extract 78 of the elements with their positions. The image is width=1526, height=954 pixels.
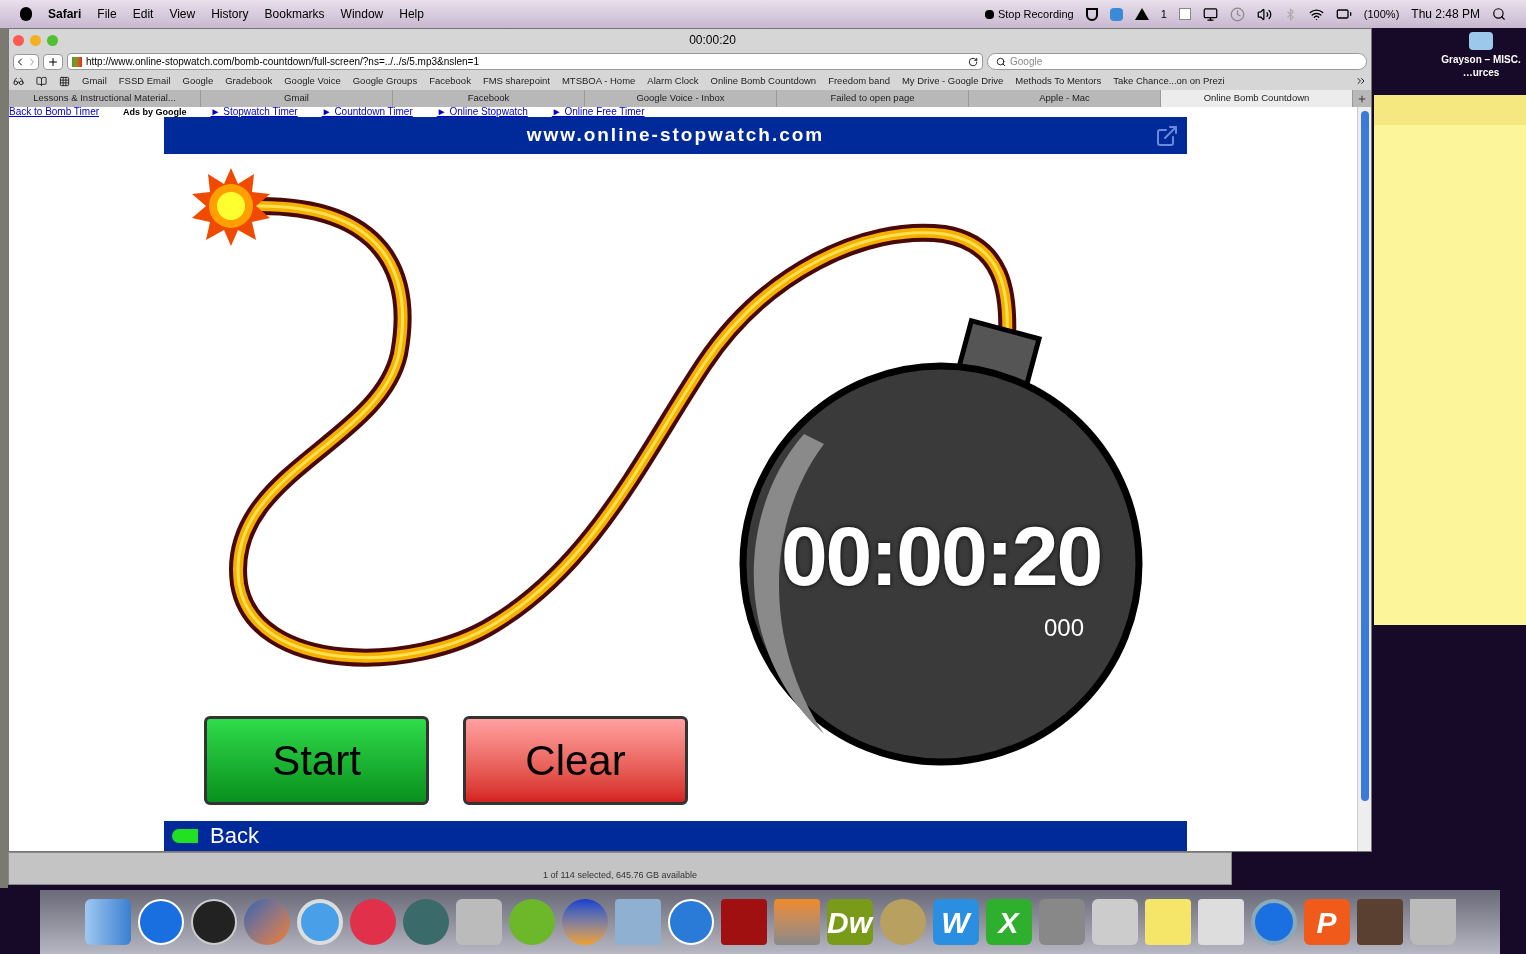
countdown-display: 00:00:20 xyxy=(779,514,1103,598)
url-text: http://www.online-stopwatch.com/bomb-countdown/full-screen/?ns=../../s/5.mp3&nslen=1 xyxy=(86,55,479,69)
menu-item[interactable]: Window xyxy=(340,5,384,23)
more-bookmarks-icon[interactable] xyxy=(1355,75,1367,87)
back-bar[interactable]: Back xyxy=(164,821,1187,851)
box-icon[interactable] xyxy=(1109,7,1123,21)
input-badge[interactable]: 1 xyxy=(1160,5,1167,23)
menu-item[interactable]: View xyxy=(169,5,196,23)
bookmark-link[interactable]: Google Groups xyxy=(352,73,418,89)
folder-icon[interactable] xyxy=(1469,32,1493,50)
window-title: 00:00:20 xyxy=(689,32,736,49)
recording-status[interactable]: Stop Recording xyxy=(984,5,1074,23)
start-button[interactable]: Start xyxy=(204,716,429,805)
clock-icon[interactable] xyxy=(1229,6,1245,22)
finder-status: 1 of 114 selected, 645.76 GB available xyxy=(543,868,697,882)
back-to-timer-link[interactable]: Back to Bomb Timer xyxy=(9,107,100,117)
scrollbar[interactable] xyxy=(1357,107,1371,851)
battery-percent: (100%) xyxy=(1363,6,1400,22)
site-title: www.online-stopwatch.com xyxy=(526,123,825,148)
stop-icon xyxy=(984,9,994,19)
back-label: Back xyxy=(210,825,259,847)
bookmark-link[interactable]: Freedom band xyxy=(828,73,890,89)
menu-item[interactable]: Safari xyxy=(48,5,82,23)
reading-list-icon[interactable] xyxy=(13,75,24,87)
bookmark-link[interactable]: Alarm Clock xyxy=(647,73,699,89)
folder-label[interactable]: Grayson – MISC. …urces xyxy=(1436,54,1526,79)
browser-tab[interactable]: Online Bomb Countdown xyxy=(1161,90,1353,107)
battery-icon[interactable] xyxy=(1335,6,1352,22)
bookmark-link[interactable]: Google xyxy=(182,73,214,89)
ad-link[interactable]: ► Online Stopwatch xyxy=(436,107,528,117)
ad-link[interactable]: ► Stopwatch Timer xyxy=(210,107,298,117)
search-icon[interactable] xyxy=(1492,7,1506,21)
search-input[interactable]: Google xyxy=(1010,54,1358,69)
ad-link[interactable]: ► Online Free Timer xyxy=(551,107,645,117)
menu-item[interactable]: Edit xyxy=(132,5,154,23)
scroll-thumb[interactable] xyxy=(1360,111,1369,801)
browser-tab[interactable]: Failed to open page xyxy=(777,90,969,107)
display-icon[interactable] xyxy=(1202,6,1218,22)
bookmarks-icon[interactable] xyxy=(36,75,47,87)
menu-item[interactable]: Help xyxy=(399,5,424,23)
ad-link[interactable]: ► Countdown Timer xyxy=(321,107,413,117)
bookmark-link[interactable]: FMS sharepoint xyxy=(482,73,550,89)
wifi-icon[interactable] xyxy=(1308,6,1324,22)
menu-item[interactable]: File xyxy=(97,5,117,23)
ads-label: Ads by Google xyxy=(123,108,187,117)
reload-icon[interactable] xyxy=(968,56,978,67)
back-forward-buttons[interactable] xyxy=(13,53,39,70)
bookmark-link[interactable]: Methods To Mentors xyxy=(1015,73,1102,89)
address-field[interactable]: http://www.online-stopwatch.com/bomb-countdown/full-screen/?ns=../../s/5.mp3&nslen=1 xyxy=(67,53,983,70)
bookmark-link[interactable]: FSSD Email xyxy=(118,73,171,89)
browser-tab[interactable]: Gmail xyxy=(201,90,393,107)
browser-tab[interactable]: Facebook xyxy=(393,90,585,107)
plus-icon xyxy=(1357,93,1367,104)
search-field[interactable]: Google xyxy=(987,53,1367,70)
bookmark-link[interactable]: Gradebook xyxy=(225,73,273,89)
browser-tab[interactable]: Lessons & Instructional Material... xyxy=(9,90,201,107)
shield-icon[interactable] xyxy=(1085,7,1098,21)
bookmark-link[interactable]: MTSBOA - Home xyxy=(561,73,636,89)
bookmark-link[interactable]: Google Voice xyxy=(284,73,341,89)
menu-clock[interactable]: Thu 2:48 PM xyxy=(1411,5,1480,23)
add-bookmark-button[interactable] xyxy=(43,53,63,70)
bookmark-link[interactable]: My Drive - Google Drive xyxy=(901,73,1004,89)
clear-button[interactable]: Clear xyxy=(463,716,688,805)
bookmark-link[interactable]: Gmail xyxy=(82,73,107,89)
external-link-icon[interactable] xyxy=(1155,123,1179,148)
bookmark-link[interactable]: Take Chance...on on Prezi xyxy=(1113,73,1225,89)
milliseconds-display: 000 xyxy=(1044,616,1085,640)
menu-item[interactable]: History xyxy=(211,5,249,23)
bookmark-link[interactable]: Facebook xyxy=(429,73,471,89)
volume-icon[interactable] xyxy=(1256,6,1272,22)
plus-icon xyxy=(47,55,59,68)
bookmark-link[interactable]: Online Bomb Countdown xyxy=(710,73,817,89)
menu-item[interactable]: Bookmarks xyxy=(264,5,325,23)
close-button[interactable] xyxy=(13,34,24,46)
browser-tab[interactable]: Apple - Mac xyxy=(969,90,1161,107)
search-icon xyxy=(996,56,1006,67)
top-sites-icon[interactable] xyxy=(59,75,70,87)
browser-tab[interactable]: Google Voice - Inbox xyxy=(585,90,777,107)
